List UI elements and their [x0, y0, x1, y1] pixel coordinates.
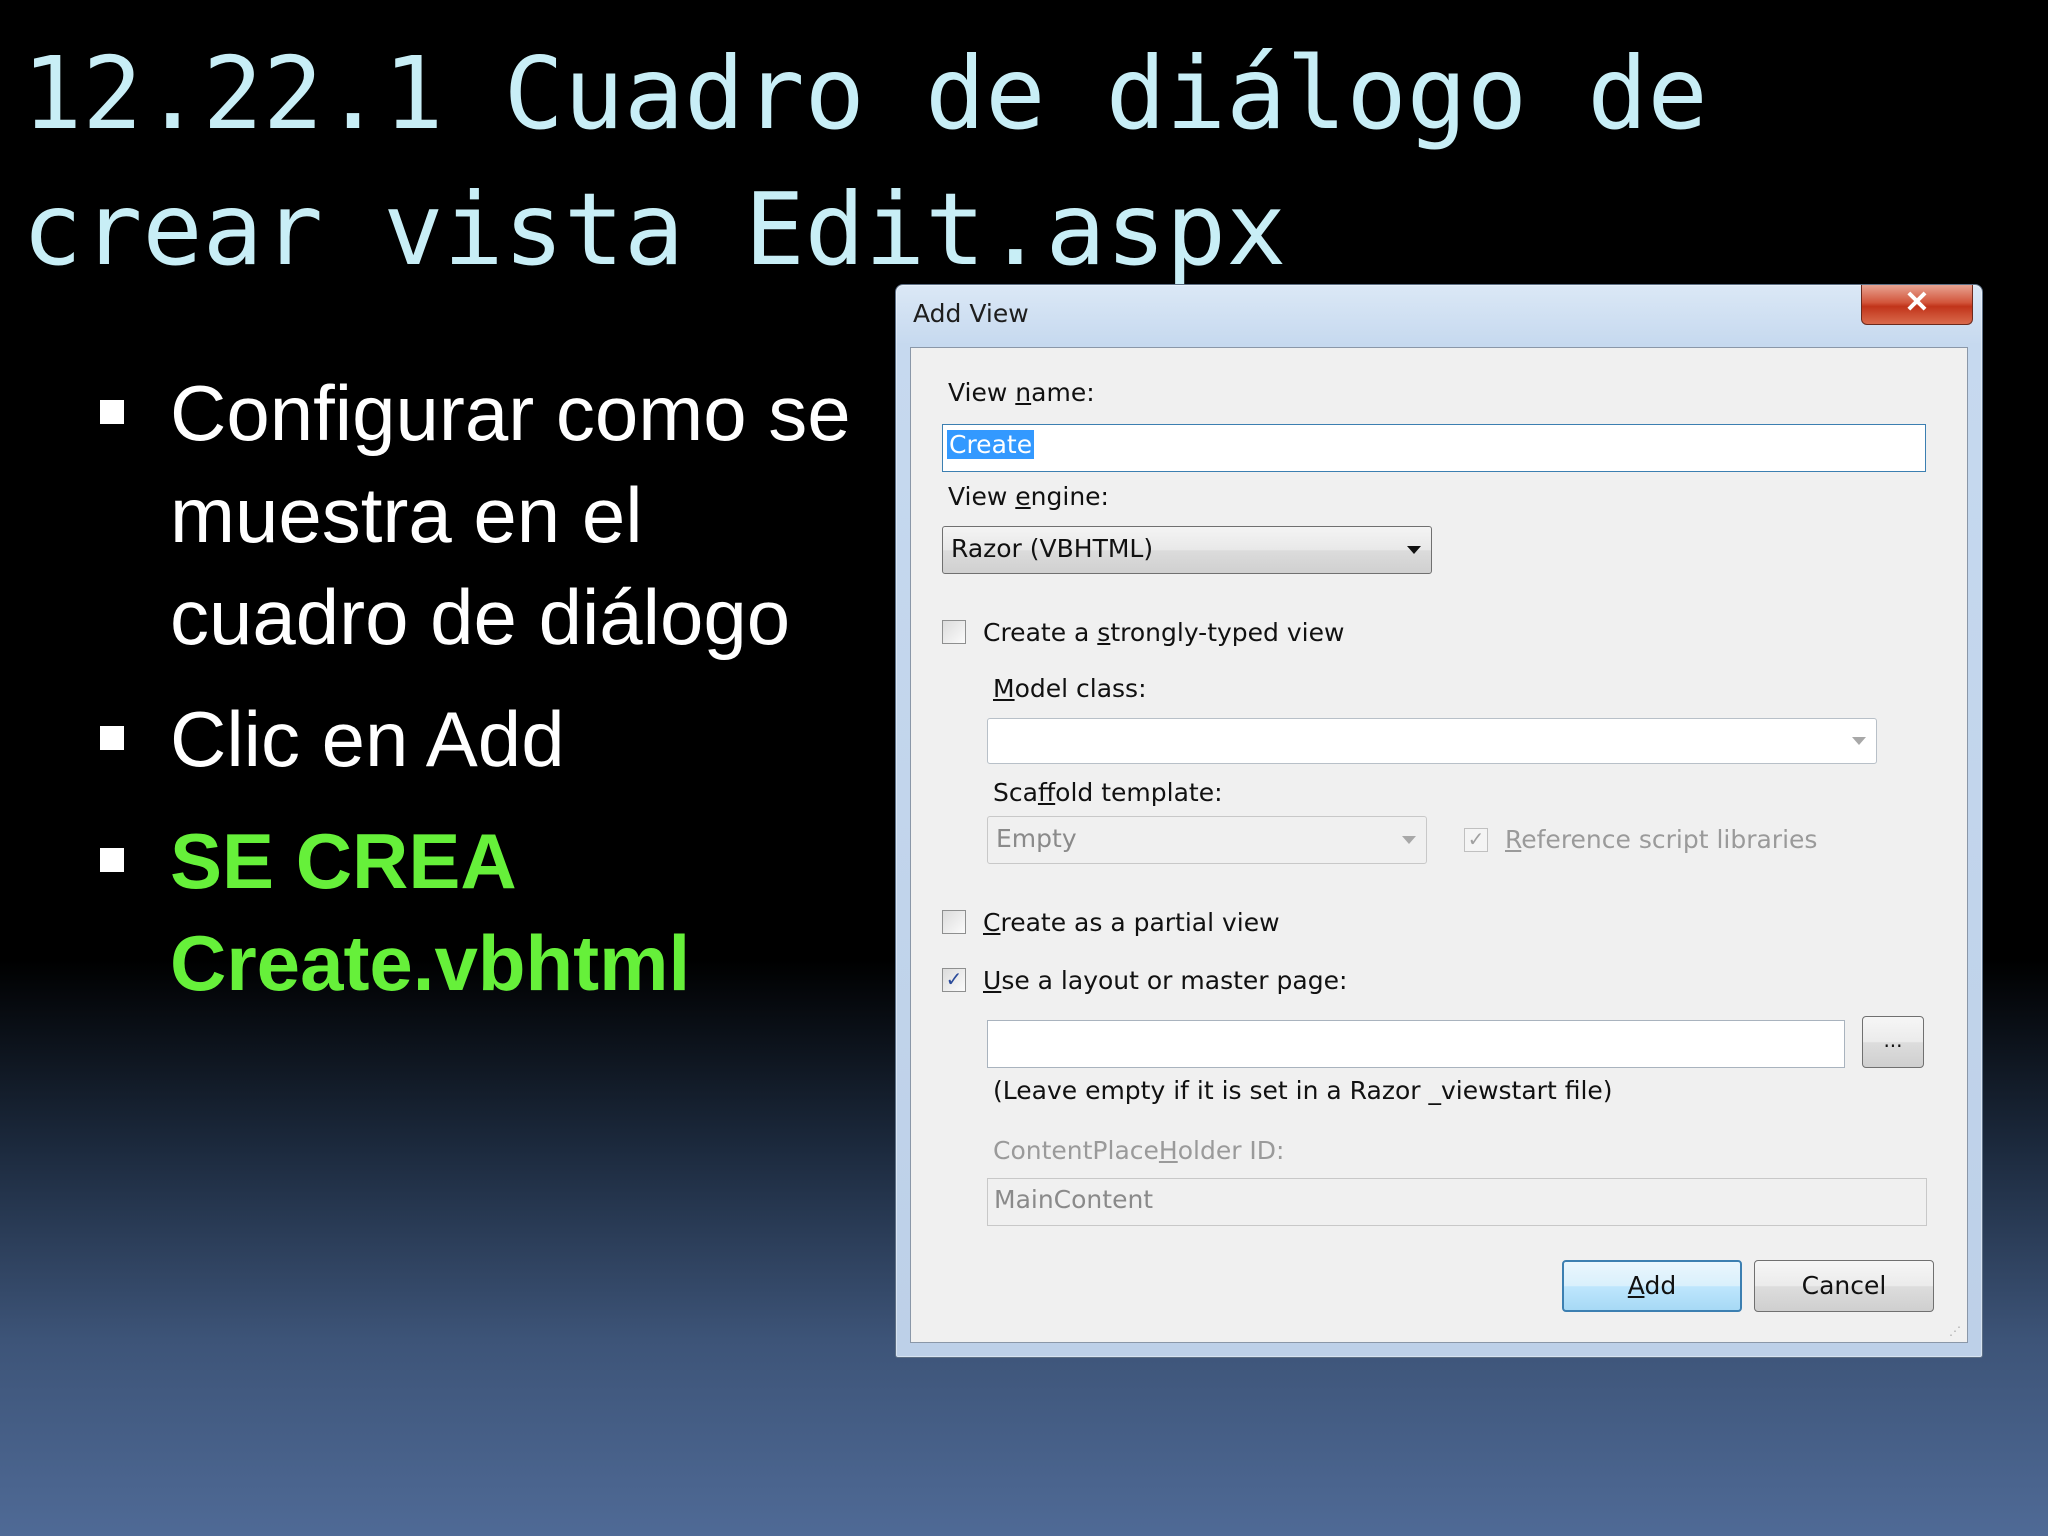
partial-view-label: Create as a partial view — [983, 908, 1280, 937]
close-icon: ✕ — [1904, 286, 1930, 319]
bullet-square-icon — [100, 726, 124, 750]
scaffold-template-label: Scaffold template: — [993, 778, 1223, 807]
dialog-body: View name: Create View engine: Razor (VB… — [910, 347, 1968, 1343]
add-view-dialog: Add View ✕ View name: Create View engine… — [895, 284, 1983, 1358]
strongly-typed-checkbox[interactable] — [942, 620, 966, 644]
view-name-label: View name: — [948, 378, 1095, 407]
scaffold-template-value: Empty — [996, 824, 1077, 853]
bullet-list: Configurar como se muestra en el cuadro … — [100, 362, 860, 1034]
placeholder-id-label: ContentPlaceHolder ID: — [993, 1136, 1285, 1165]
model-class-label: Model class: — [993, 674, 1147, 703]
model-class-select[interactable] — [987, 718, 1877, 764]
bullet-item: Clic en Add — [100, 688, 860, 790]
partial-view-checkbox[interactable] — [942, 910, 966, 934]
bullet-text: Configurar como se muestra en el cuadro … — [170, 369, 851, 661]
bullet-square-icon — [100, 848, 124, 872]
slide-title: 12.22.1 Cuadro de diálogo de crear vista… — [22, 35, 1708, 288]
close-button[interactable]: ✕ — [1861, 285, 1973, 325]
cancel-button[interactable]: Cancel — [1754, 1260, 1934, 1312]
check-icon: ✓ — [945, 969, 963, 991]
reference-scripts-checkbox[interactable]: ✓ — [1464, 828, 1488, 852]
layout-hint-text: (Leave empty if it is set in a Razor _vi… — [993, 1076, 1613, 1105]
add-button[interactable]: Add — [1562, 1260, 1742, 1312]
dialog-title: Add View — [913, 299, 1029, 328]
chevron-down-icon — [1852, 737, 1866, 745]
bullet-text: Clic en Add — [170, 695, 565, 783]
use-layout-checkbox[interactable]: ✓ — [942, 968, 966, 992]
view-engine-value: Razor (VBHTML) — [951, 534, 1154, 563]
use-layout-label: Use a layout or master page: — [983, 966, 1348, 995]
bullet-square-icon — [100, 400, 124, 424]
view-name-input[interactable]: Create — [942, 424, 1926, 472]
check-icon: ✓ — [1467, 829, 1485, 851]
bullet-item-highlight: SE CREA Create.vbhtml — [100, 810, 860, 1014]
layout-path-input[interactable] — [987, 1020, 1845, 1068]
placeholder-id-input[interactable]: MainContent — [987, 1178, 1927, 1226]
chevron-down-icon — [1402, 836, 1416, 844]
view-name-value: Create — [947, 430, 1035, 459]
bullet-text: SE CREA Create.vbhtml — [170, 817, 691, 1007]
placeholder-id-value: MainContent — [994, 1185, 1154, 1214]
chevron-down-icon — [1407, 546, 1421, 554]
view-engine-select[interactable]: Razor (VBHTML) — [942, 526, 1432, 574]
reference-scripts-label: Reference script libraries — [1505, 825, 1818, 854]
strongly-typed-label: Create a strongly-typed view — [983, 618, 1345, 647]
resize-grip-icon[interactable]: ⋰ — [1949, 1324, 1963, 1338]
view-engine-label: View engine: — [948, 482, 1109, 511]
browse-button[interactable]: ... — [1862, 1016, 1924, 1068]
scaffold-template-select[interactable]: Empty — [987, 816, 1427, 864]
bullet-item: Configurar como se muestra en el cuadro … — [100, 362, 860, 668]
